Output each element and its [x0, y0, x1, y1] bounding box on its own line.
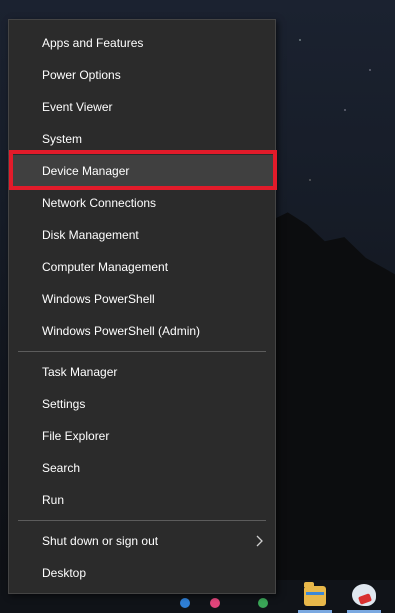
menu-item-shut-down-or-sign-out[interactable]: Shut down or sign out	[8, 525, 276, 557]
menu-separator	[18, 351, 266, 352]
menu-item-file-explorer[interactable]: File Explorer	[8, 420, 276, 452]
menu-item-network-connections[interactable]: Network Connections	[8, 187, 276, 219]
power-user-menu: Apps and Features Power Options Event Vi…	[8, 19, 276, 594]
menu-item-settings[interactable]: Settings	[8, 388, 276, 420]
menu-item-desktop[interactable]: Desktop	[8, 557, 276, 589]
menu-item-system[interactable]: System	[8, 123, 276, 155]
menu-item-apps-and-features[interactable]: Apps and Features	[8, 27, 276, 59]
paint-icon[interactable]	[352, 584, 376, 606]
menu-item-power-options[interactable]: Power Options	[8, 59, 276, 91]
menu-item-task-manager[interactable]: Task Manager	[8, 356, 276, 388]
menu-separator	[18, 520, 266, 521]
taskbar-app-icon[interactable]	[258, 598, 268, 608]
file-explorer-icon[interactable]	[304, 582, 326, 606]
taskbar-app-icon[interactable]	[180, 598, 190, 608]
menu-item-search[interactable]: Search	[8, 452, 276, 484]
menu-item-windows-powershell[interactable]: Windows PowerShell	[8, 283, 276, 315]
menu-item-device-manager[interactable]: Device Manager	[8, 155, 276, 187]
menu-item-event-viewer[interactable]: Event Viewer	[8, 91, 276, 123]
menu-item-computer-management[interactable]: Computer Management	[8, 251, 276, 283]
menu-item-windows-powershell-admin[interactable]: Windows PowerShell (Admin)	[8, 315, 276, 347]
menu-item-run[interactable]: Run	[8, 484, 276, 516]
menu-item-disk-management[interactable]: Disk Management	[8, 219, 276, 251]
menu-item-label: Shut down or sign out	[42, 534, 159, 548]
chevron-right-icon	[256, 525, 266, 557]
taskbar-app-icon[interactable]	[210, 598, 220, 608]
